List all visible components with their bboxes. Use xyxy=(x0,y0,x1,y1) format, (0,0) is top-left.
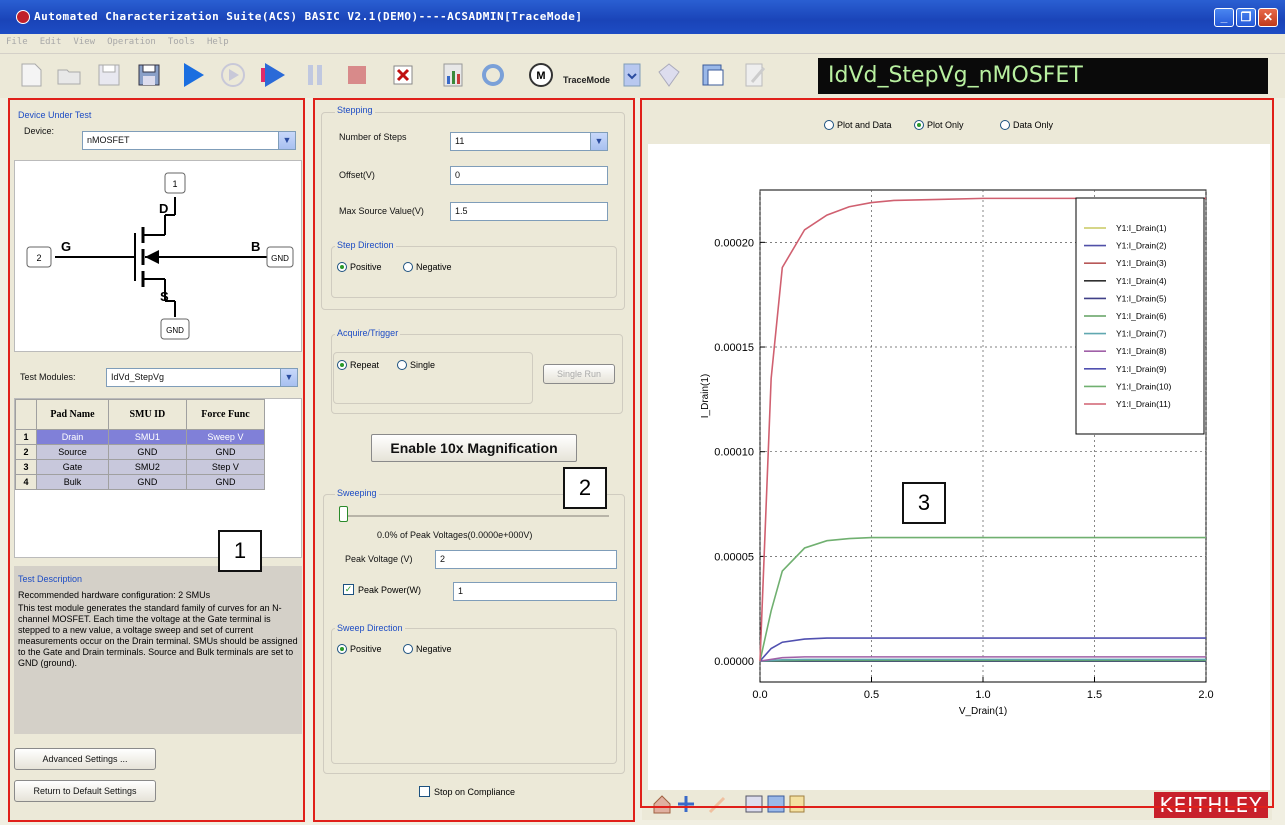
title-bar: Automated Characterization Suite(ACS) BA… xyxy=(0,0,1285,34)
new-icon[interactable] xyxy=(14,59,48,91)
pause-icon[interactable] xyxy=(298,59,332,91)
highlight-box-1 xyxy=(8,98,305,822)
highlight-box-3 xyxy=(640,98,1274,808)
highlight-box-2 xyxy=(313,98,635,822)
tracemode-label[interactable]: TraceMode xyxy=(563,75,610,85)
annotation-label-2: 2 xyxy=(563,467,607,509)
repeat-run-icon[interactable] xyxy=(216,59,250,91)
export-icon[interactable] xyxy=(652,59,686,91)
annotation-label-1: 1 xyxy=(218,530,262,572)
menu-bar: File Edit View Operation Tools Help xyxy=(0,34,1285,54)
restore-button[interactable]: ❐ xyxy=(1236,8,1256,27)
notes-icon[interactable] xyxy=(738,59,772,91)
stop-icon[interactable] xyxy=(340,59,374,91)
minimize-button[interactable]: _ xyxy=(1214,8,1234,27)
test-name-display: IdVd_StepVg_nMOSFET xyxy=(818,58,1268,94)
app-icon xyxy=(16,10,30,24)
menu-help[interactable]: Help xyxy=(201,34,235,47)
open-icon[interactable] xyxy=(52,59,86,91)
menu-tools[interactable]: Tools xyxy=(162,34,201,47)
append-run-icon[interactable] xyxy=(256,59,290,91)
menu-operation[interactable]: Operation xyxy=(101,34,162,47)
tracemode-icon[interactable]: M xyxy=(524,59,558,91)
menu-edit[interactable]: Edit xyxy=(34,34,68,47)
menu-file[interactable]: File xyxy=(0,34,34,47)
refresh-icon[interactable] xyxy=(476,59,510,91)
report-icon[interactable] xyxy=(696,59,730,91)
svg-text:M: M xyxy=(536,70,545,82)
tracemode-dropdown-icon[interactable] xyxy=(622,59,642,91)
window-title: Automated Characterization Suite(ACS) BA… xyxy=(34,10,583,23)
save-icon[interactable] xyxy=(92,59,126,91)
chart-icon[interactable] xyxy=(436,59,470,91)
abort-icon[interactable] xyxy=(386,59,420,91)
annotation-label-3: 3 xyxy=(902,482,946,524)
save-as-icon[interactable] xyxy=(132,59,166,91)
run-icon[interactable] xyxy=(176,59,210,91)
close-button[interactable]: ✕ xyxy=(1258,8,1278,27)
menu-view[interactable]: View xyxy=(67,34,101,47)
